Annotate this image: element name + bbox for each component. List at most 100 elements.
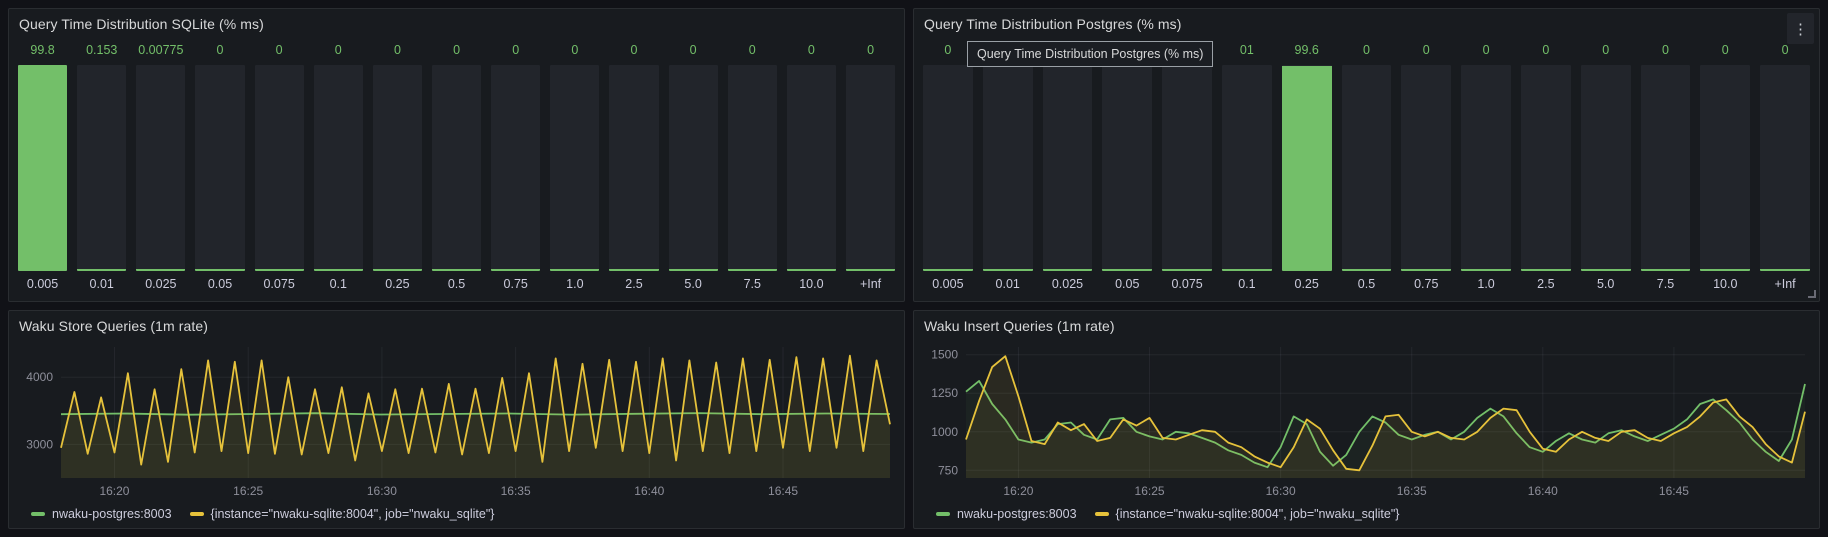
bar-value-label: 0 — [1521, 43, 1571, 59]
y-axis-tick: 3000 — [26, 437, 53, 451]
bar-value-label: 0 — [1461, 43, 1511, 59]
bar-bucket-label: 2.5 — [609, 271, 658, 295]
bar-track — [18, 65, 67, 271]
panel-title-insert[interactable]: Waku Insert Queries (1m rate) — [924, 318, 1115, 334]
histogram-bar-column: 00.05 — [1102, 43, 1152, 295]
histogram-bar-column: 05.0 — [669, 43, 718, 295]
bar-track — [255, 65, 304, 271]
panel-resize-handle[interactable] — [1808, 290, 1816, 298]
bar-value-label: 0 — [491, 43, 540, 59]
y-axis-tick: 1250 — [931, 386, 958, 400]
histogram-bar-column: 00.75 — [1401, 43, 1451, 295]
bar-track — [1401, 65, 1451, 271]
x-axis-tick: 16:40 — [1528, 484, 1558, 498]
legend-item[interactable]: nwaku-postgres:8003 — [31, 507, 172, 521]
panel-header: Waku Insert Queries (1m rate) — [914, 311, 1819, 341]
bar-value-label: 0 — [373, 43, 422, 59]
bar-fill — [18, 65, 67, 271]
bar-fill — [1521, 269, 1571, 271]
insert-queries-chart[interactable]: 75010001250150016:2016:2516:3016:3516:40… — [918, 339, 1815, 500]
bar-bucket-label: +Inf — [846, 271, 895, 295]
bar-value-label: 0 — [314, 43, 363, 59]
histogram-bar-column: 00.075 — [255, 43, 304, 295]
histogram-bar-column: 01.0 — [1461, 43, 1511, 295]
legend-series-label[interactable]: nwaku-postgres:8003 — [52, 507, 172, 521]
x-axis-tick: 16:25 — [233, 484, 263, 498]
bar-bucket-label: 0.01 — [77, 271, 126, 295]
bar-bucket-label: 0.075 — [1162, 271, 1212, 295]
bar-bucket-label: 0.25 — [1282, 271, 1332, 295]
x-axis-tick: 16:45 — [1659, 484, 1689, 498]
bar-bucket-label: 0.5 — [1342, 271, 1392, 295]
legend-series-swatch-icon — [1095, 512, 1109, 516]
bar-bucket-label: 1.0 — [550, 271, 599, 295]
legend-series-label[interactable]: nwaku-postgres:8003 — [957, 507, 1077, 521]
histogram-bar-column: 99.60.25 — [1282, 43, 1332, 295]
bar-fill — [1282, 66, 1332, 271]
bar-track — [1102, 65, 1152, 271]
y-axis-tick: 4000 — [26, 370, 53, 384]
bar-fill — [136, 269, 185, 271]
panel-menu-kebab-icon[interactable]: ⋮ — [1787, 13, 1814, 44]
bar-bucket-label: +Inf — [1760, 271, 1810, 295]
bar-track — [728, 65, 777, 271]
bar-fill — [255, 269, 304, 271]
bar-bucket-label: 0.05 — [195, 271, 244, 295]
legend-item[interactable]: {instance="nwaku-sqlite:8004", job="nwak… — [190, 507, 495, 521]
bar-bucket-label: 5.0 — [1581, 271, 1631, 295]
x-axis-tick: 16:25 — [1135, 484, 1165, 498]
bar-track — [373, 65, 422, 271]
bar-track — [491, 65, 540, 271]
panel-title-postgres[interactable]: Query Time Distribution Postgres (% ms) — [924, 16, 1182, 32]
legend-series-label[interactable]: {instance="nwaku-sqlite:8004", job="nwak… — [211, 507, 495, 521]
timeseries-plot[interactable]: 3000400016:2016:2516:3016:3516:4016:45 — [13, 339, 900, 500]
bar-value-label: 0 — [1700, 43, 1750, 59]
sqlite-histogram: 99.80.0050.1530.010.007750.02500.0500.07… — [18, 43, 895, 295]
panel-title-store[interactable]: Waku Store Queries (1m rate) — [19, 318, 208, 334]
histogram-bar-column: 00.5 — [432, 43, 481, 295]
histogram-bar-column: 0+Inf — [1760, 43, 1810, 295]
x-axis-tick: 16:30 — [1266, 484, 1296, 498]
histogram-bar-column: 00.005 — [923, 43, 973, 295]
bar-bucket-label: 0.75 — [1401, 271, 1451, 295]
store-queries-chart[interactable]: 3000400016:2016:2516:3016:3516:4016:45 — [13, 339, 900, 500]
bar-track — [609, 65, 658, 271]
bar-bucket-label: 0.05 — [1102, 271, 1152, 295]
bar-value-label: 0 — [195, 43, 244, 59]
bar-value-label: 0 — [787, 43, 836, 59]
legend-item[interactable]: {instance="nwaku-sqlite:8004", job="nwak… — [1095, 507, 1400, 521]
panel-title-sqlite[interactable]: Query Time Distribution SQLite (% ms) — [19, 16, 264, 32]
bar-bucket-label: 5.0 — [669, 271, 718, 295]
timeseries-plot[interactable]: 75010001250150016:2016:2516:3016:3516:40… — [918, 339, 1815, 500]
bar-track — [1641, 65, 1691, 271]
bar-track — [1342, 65, 1392, 271]
histogram-bar-column: 0 +Inf — [846, 43, 895, 295]
bar-fill — [923, 269, 973, 271]
bar-track — [1282, 65, 1332, 271]
bar-track — [923, 65, 973, 271]
bar-fill — [669, 269, 718, 271]
legend-series-label[interactable]: {instance="nwaku-sqlite:8004", job="nwak… — [1116, 507, 1400, 521]
bar-fill — [77, 269, 126, 271]
legend-item[interactable]: nwaku-postgres:8003 — [936, 507, 1077, 521]
legend-series-swatch-icon — [190, 512, 204, 516]
bar-bucket-label: 10.0 — [787, 271, 836, 295]
panel-title-tooltip: Query Time Distribution Postgres (% ms) — [967, 41, 1213, 67]
histogram-bar-column: 0.1530.01 — [77, 43, 126, 295]
y-axis-tick: 1000 — [931, 425, 958, 439]
histogram-bar-column: 07.5 — [728, 43, 777, 295]
x-axis-tick: 16:35 — [501, 484, 531, 498]
panel-query-time-postgres: Query Time Distribution Postgres (% ms) … — [913, 8, 1820, 302]
bar-bucket-label: 0.5 — [432, 271, 481, 295]
bar-value-label: 99.8 — [18, 43, 67, 59]
bar-track — [1700, 65, 1750, 271]
bar-track — [1162, 65, 1212, 271]
bar-track — [1521, 65, 1571, 271]
bar-value-label: 0 — [1342, 43, 1392, 59]
bar-fill — [432, 269, 481, 271]
bar-value-label: 0 — [846, 43, 895, 59]
histogram-bar-column: 00.025 — [1043, 43, 1093, 295]
bar-fill — [609, 269, 658, 271]
histogram-bar-column: 010.1 — [1222, 43, 1272, 295]
histogram-bar-column: 00.01 — [983, 43, 1033, 295]
